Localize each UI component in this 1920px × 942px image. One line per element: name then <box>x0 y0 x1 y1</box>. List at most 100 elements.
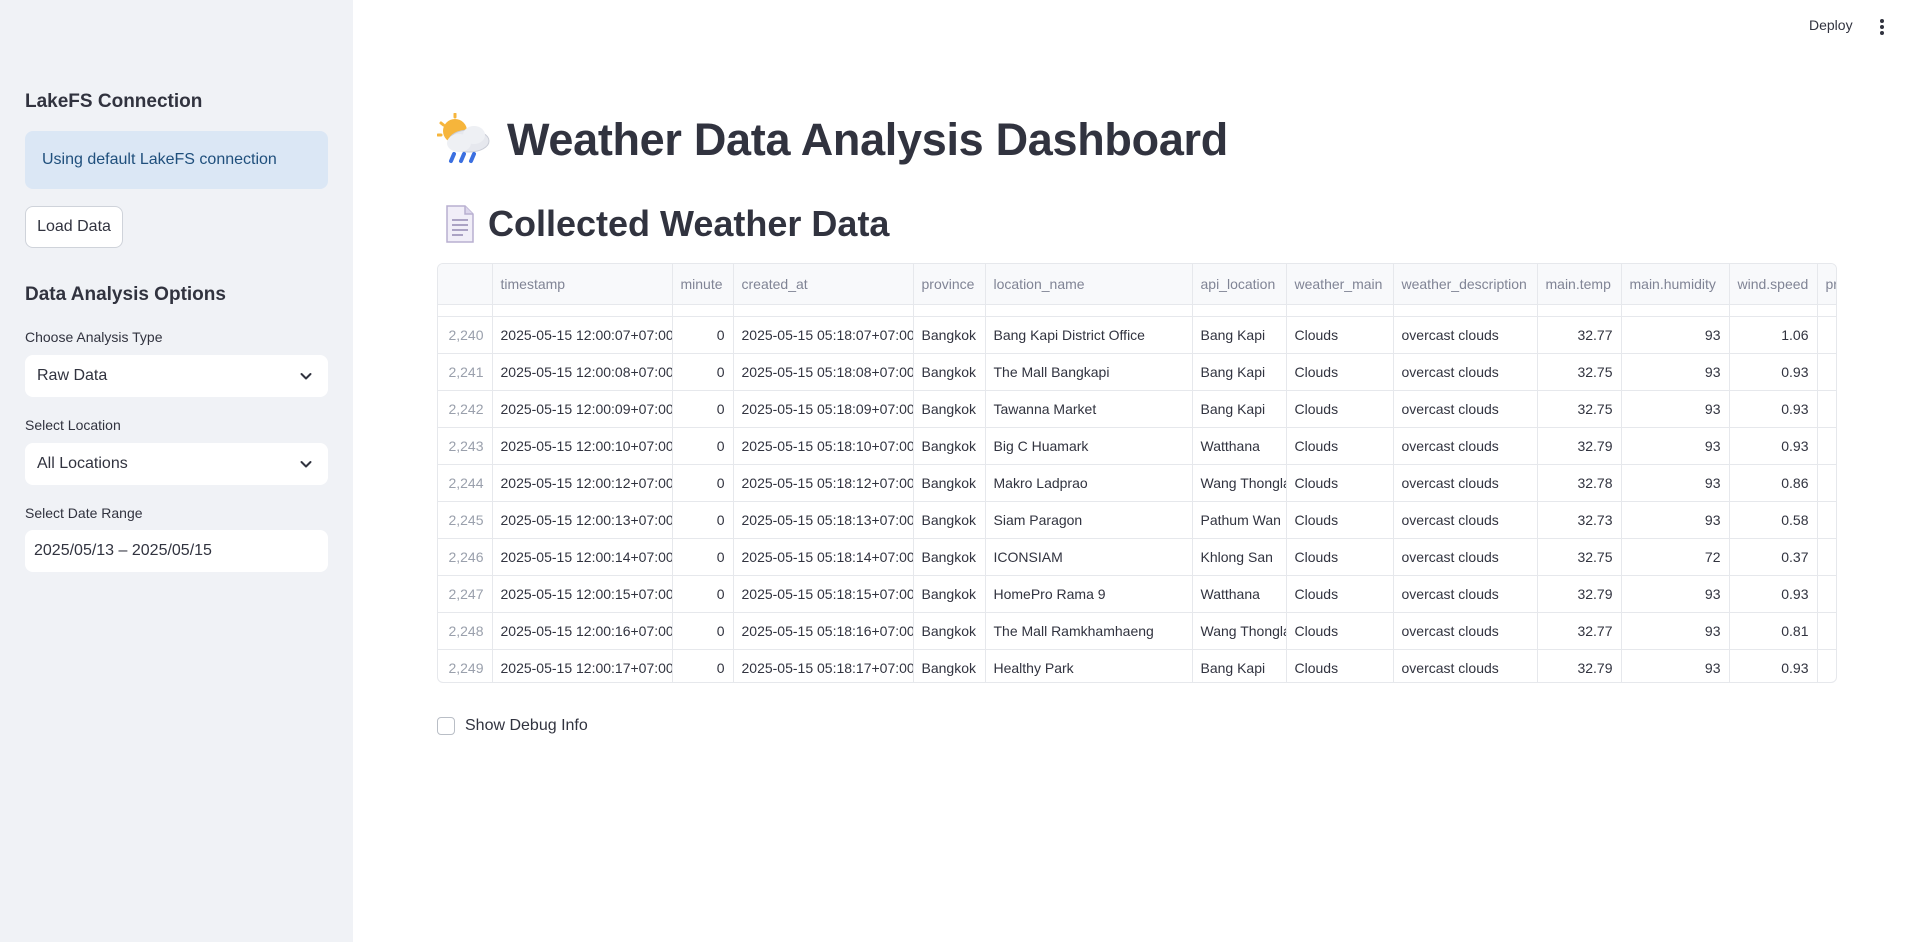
table-cell[interactable]: 0.93 <box>1729 427 1818 465</box>
table-cell[interactable]: 32.77 <box>1537 612 1622 650</box>
table-cell[interactable]: 32.75 <box>1537 390 1622 428</box>
table-cell[interactable]: Bangkok <box>913 464 986 502</box>
table-cell[interactable]: Bang Kapi District Office <box>985 316 1193 354</box>
table-cell[interactable]: 2025-05-15 12:00:10+07:00 <box>492 427 673 465</box>
vertical-dots-icon[interactable] <box>1874 17 1890 37</box>
table-cell[interactable]: 93 <box>1621 464 1730 502</box>
table-cell[interactable]: 93 <box>1621 575 1730 613</box>
table-row[interactable]: 2,245 2025-05-15 12:00:13+07:00 0 2025-05-1… <box>438 501 1836 539</box>
table-cell[interactable]: 72 <box>1621 538 1730 576</box>
table-cell[interactable]: 2025-05-15 12:00:14+07:00 <box>492 538 673 576</box>
table-cell[interactable] <box>1817 427 1836 465</box>
table-cell[interactable]: Bang Kapi <box>1192 649 1287 682</box>
row-index[interactable]: 2,241 <box>438 353 493 391</box>
row-index[interactable]: 2,245 <box>438 501 493 539</box>
table-cell[interactable]: 2025-05-15 12:00:13+07:00 <box>492 501 673 539</box>
table-cell[interactable]: Khlong San <box>1192 538 1287 576</box>
row-index[interactable]: 2,249 <box>438 649 493 682</box>
table-cell[interactable]: overcast clouds <box>1393 316 1538 354</box>
table-cell[interactable]: 0 <box>672 501 734 539</box>
table-cell[interactable]: ICONSIAM <box>985 538 1193 576</box>
table-cell[interactable]: 2025-05-15 05:18:13+07:00 <box>733 501 914 539</box>
table-cell[interactable]: 93 <box>1621 353 1730 391</box>
table-cell[interactable] <box>1817 353 1836 391</box>
column-header[interactable]: timestamp <box>492 264 673 305</box>
column-header[interactable]: created_at <box>733 264 914 305</box>
column-header[interactable]: minute <box>672 264 734 305</box>
table-cell[interactable]: Tawanna Market <box>985 390 1193 428</box>
table-cell[interactable]: 0.93 <box>1729 575 1818 613</box>
table-cell[interactable]: 32.77 <box>1537 316 1622 354</box>
table-cell[interactable]: The Mall Ramkhamhaeng <box>985 612 1193 650</box>
analysis-type-select[interactable]: Raw Data <box>25 355 328 397</box>
table-cell[interactable]: overcast clouds <box>1393 353 1538 391</box>
data-table[interactable]: timestamp minute created_at province loc… <box>437 263 1837 683</box>
table-cell[interactable]: 0.81 <box>1729 612 1818 650</box>
table-cell[interactable]: 0 <box>672 353 734 391</box>
load-data-button[interactable]: Load Data <box>25 206 123 248</box>
table-cell[interactable]: 0.37 <box>1729 538 1818 576</box>
table-cell[interactable]: Makro Ladprao <box>985 464 1193 502</box>
row-index[interactable]: 2,240 <box>438 316 493 354</box>
table-cell[interactable]: 0.58 <box>1729 501 1818 539</box>
table-cell[interactable]: 0.93 <box>1729 390 1818 428</box>
row-index[interactable]: 2,244 <box>438 464 493 502</box>
table-cell[interactable]: 2025-05-15 12:00:09+07:00 <box>492 390 673 428</box>
column-header[interactable]: province <box>913 264 986 305</box>
table-cell[interactable]: 0 <box>672 649 734 682</box>
table-cell[interactable]: 2025-05-15 05:18:12+07:00 <box>733 464 914 502</box>
table-cell[interactable]: 32.73 <box>1537 501 1622 539</box>
table-cell[interactable]: 32.75 <box>1537 353 1622 391</box>
column-header[interactable]: weather_description <box>1393 264 1538 305</box>
table-cell[interactable]: overcast clouds <box>1393 649 1538 682</box>
table-row[interactable]: 2,243 2025-05-15 12:00:10+07:00 0 2025-05-1… <box>438 427 1836 465</box>
table-cell[interactable]: 2025-05-15 05:18:16+07:00 <box>733 612 914 650</box>
table-cell[interactable]: 0 <box>672 427 734 465</box>
table-cell[interactable]: 32.75 <box>1537 538 1622 576</box>
table-cell[interactable]: Siam Paragon <box>985 501 1193 539</box>
table-cell[interactable]: 2025-05-15 05:18:17+07:00 <box>733 649 914 682</box>
debug-checkbox-row[interactable]: Show Debug Info <box>437 717 588 735</box>
table-cell[interactable]: Clouds <box>1286 575 1394 613</box>
table-cell[interactable]: 93 <box>1621 427 1730 465</box>
table-cell[interactable]: Healthy Park <box>985 649 1193 682</box>
table-cell[interactable]: 2025-05-15 05:18:15+07:00 <box>733 575 914 613</box>
table-cell[interactable]: Clouds <box>1286 649 1394 682</box>
table-cell[interactable]: 93 <box>1621 316 1730 354</box>
table-row[interactable]: 2,241 2025-05-15 12:00:08+07:00 0 2025-05-1… <box>438 353 1836 391</box>
table-cell[interactable]: overcast clouds <box>1393 538 1538 576</box>
table-cell[interactable]: 0 <box>672 316 734 354</box>
table-cell[interactable]: Bangkok <box>913 538 986 576</box>
column-header[interactable]: location_name <box>985 264 1193 305</box>
table-cell[interactable] <box>1817 316 1836 354</box>
table-cell[interactable]: overcast clouds <box>1393 464 1538 502</box>
table-cell[interactable]: 0 <box>672 538 734 576</box>
table-cell[interactable]: Watthana <box>1192 575 1287 613</box>
debug-checkbox[interactable] <box>437 717 455 735</box>
table-cell[interactable]: 2025-05-15 05:18:10+07:00 <box>733 427 914 465</box>
row-index[interactable]: 2,247 <box>438 575 493 613</box>
table-cell[interactable]: overcast clouds <box>1393 612 1538 650</box>
table-cell[interactable]: 0.93 <box>1729 353 1818 391</box>
table-row[interactable]: 2,244 2025-05-15 12:00:12+07:00 0 2025-05-1… <box>438 464 1836 502</box>
table-cell[interactable]: Bangkok <box>913 390 986 428</box>
table-cell[interactable]: 2025-05-15 05:18:07+07:00 <box>733 316 914 354</box>
table-cell[interactable]: Wang Thonglang <box>1192 464 1287 502</box>
table-cell[interactable]: Clouds <box>1286 612 1394 650</box>
table-row[interactable]: 2,240 2025-05-15 12:00:07+07:00 0 2025-05-1… <box>438 316 1836 354</box>
date-range-input[interactable]: 2025/05/13 – 2025/05/15 <box>25 530 328 572</box>
table-cell[interactable]: 2025-05-15 05:18:09+07:00 <box>733 390 914 428</box>
row-index[interactable]: 2,243 <box>438 427 493 465</box>
column-header[interactable]: main.temp <box>1537 264 1622 305</box>
table-cell[interactable]: Clouds <box>1286 390 1394 428</box>
table-cell[interactable] <box>1817 612 1836 650</box>
table-cell[interactable]: Wang Thonglang <box>1192 612 1287 650</box>
table-cell[interactable]: Bangkok <box>913 649 986 682</box>
table-cell[interactable]: Bangkok <box>913 575 986 613</box>
table-cell[interactable]: 2025-05-15 12:00:12+07:00 <box>492 464 673 502</box>
table-cell[interactable]: Clouds <box>1286 464 1394 502</box>
table-cell[interactable]: Bangkok <box>913 353 986 391</box>
table-cell[interactable]: Bang Kapi <box>1192 353 1287 391</box>
table-row[interactable]: 2,247 2025-05-15 12:00:15+07:00 0 2025-05-1… <box>438 575 1836 613</box>
table-cell[interactable]: 0.86 <box>1729 464 1818 502</box>
